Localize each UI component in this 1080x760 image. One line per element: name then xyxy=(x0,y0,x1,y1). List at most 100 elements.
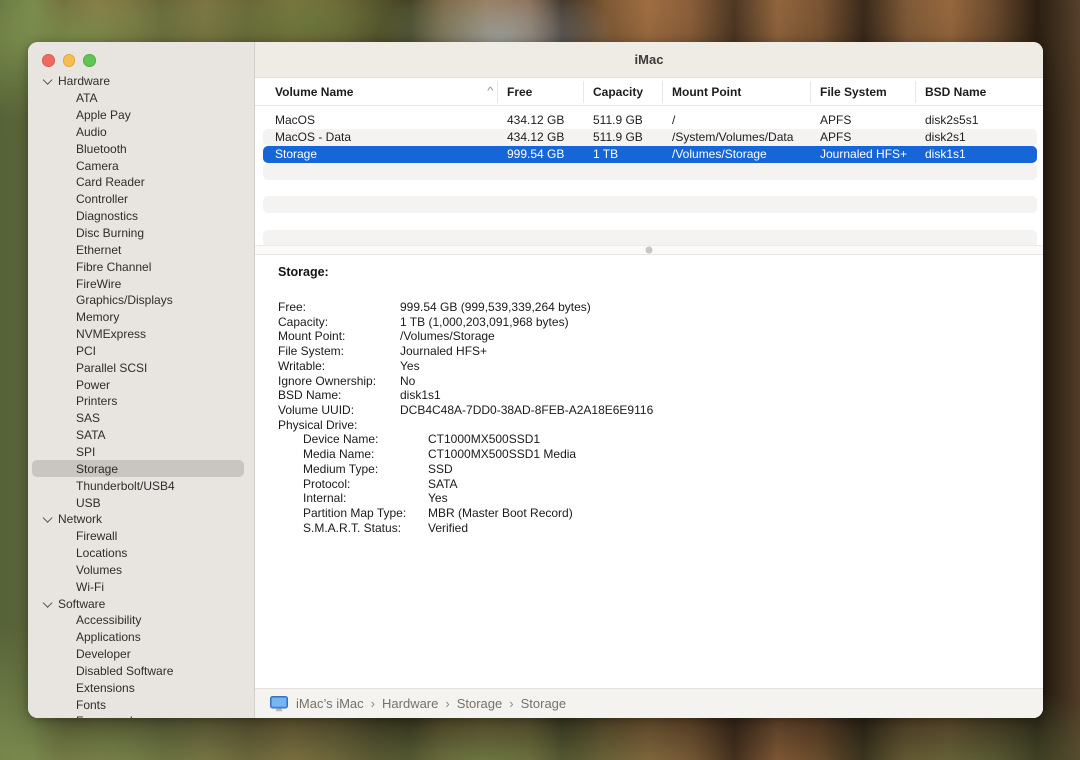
sidebar-item-label: Firewall xyxy=(76,529,117,543)
sidebar-group-network[interactable]: Network xyxy=(28,511,254,528)
sidebar-item-printers[interactable]: Printers xyxy=(28,393,254,410)
sidebar-item-applications[interactable]: Applications xyxy=(28,629,254,646)
sidebar-item-ata[interactable]: ATA xyxy=(28,90,254,107)
table-row-macos-data[interactable]: MacOS - Data434.12 GB511.9 GB/System/Vol… xyxy=(263,129,1037,146)
minimize-button[interactable] xyxy=(63,54,76,67)
sidebar-item-pci[interactable]: PCI xyxy=(28,343,254,360)
detail-value: No xyxy=(400,374,415,389)
titlebar[interactable]: iMac xyxy=(255,42,1043,78)
detail-value: disk1s1 xyxy=(400,388,441,403)
sidebar-item-audio[interactable]: Audio xyxy=(28,124,254,141)
table-row-empty xyxy=(263,180,1037,197)
detail-row-volume-uuid: Volume UUID:DCB4C48A-7DD0-38AD-8FEB-A2A1… xyxy=(278,403,1023,418)
column-header-capacity[interactable]: Capacity xyxy=(593,85,672,99)
sidebar-item-label: Accessibility xyxy=(76,613,141,627)
cell-bsd-name: disk2s1 xyxy=(925,130,1037,144)
sidebar-item-graphics-displays[interactable]: Graphics/Displays xyxy=(28,292,254,309)
cell-bsd-name: disk2s5s1 xyxy=(925,113,1037,127)
sidebar-item-firewire[interactable]: FireWire xyxy=(28,275,254,292)
pane-splitter[interactable] xyxy=(255,245,1043,255)
chevron-down-icon[interactable] xyxy=(44,77,51,84)
details-fields: Free:999.54 GB (999,539,339,264 bytes)Ca… xyxy=(278,300,1023,536)
sidebar-item-volumes[interactable]: Volumes xyxy=(28,561,254,578)
sidebar-item-accessibility[interactable]: Accessibility xyxy=(28,612,254,629)
sidebar-item-locations[interactable]: Locations xyxy=(28,545,254,562)
cell-capacity: 511.9 GB xyxy=(593,130,672,144)
sidebar-item-spi[interactable]: SPI xyxy=(28,444,254,461)
column-header-volume-name[interactable]: Volume Name^ xyxy=(275,85,507,99)
sidebar-item-usb[interactable]: USB xyxy=(28,494,254,511)
sidebar-item-fibre-channel[interactable]: Fibre Channel xyxy=(28,258,254,275)
breadcrumb-item-imac-s-imac: iMac’s iMac xyxy=(296,696,364,711)
sidebar-item-apple-pay[interactable]: Apple Pay xyxy=(28,107,254,124)
detail-value: 1 TB (1,000,203,091,968 bytes) xyxy=(400,315,569,330)
column-header-free[interactable]: Free xyxy=(507,85,593,99)
sidebar-item-storage[interactable]: Storage xyxy=(32,460,244,477)
sidebar-item-extensions[interactable]: Extensions xyxy=(28,679,254,696)
sidebar-item-ethernet[interactable]: Ethernet xyxy=(28,241,254,258)
sidebar-item-diagnostics[interactable]: Diagnostics xyxy=(28,208,254,225)
zoom-button[interactable] xyxy=(83,54,96,67)
breadcrumb-separator: › xyxy=(371,696,375,711)
detail-label: Free: xyxy=(278,300,400,315)
sidebar-item-memory[interactable]: Memory xyxy=(28,309,254,326)
detail-row-capacity: Capacity:1 TB (1,000,203,091,968 bytes) xyxy=(278,315,1023,330)
sidebar-item-label: Apple Pay xyxy=(76,108,131,122)
sidebar-item-card-reader[interactable]: Card Reader xyxy=(28,174,254,191)
sidebar-item-sata[interactable]: SATA xyxy=(28,427,254,444)
detail-row-device-name: Device Name:CT1000MX500SSD1 xyxy=(303,432,1023,447)
cell-file-system: Journaled HFS+ xyxy=(820,147,925,161)
sidebar-item-label: Camera xyxy=(76,159,119,173)
sidebar-item-bluetooth[interactable]: Bluetooth xyxy=(28,140,254,157)
detail-label: Capacity: xyxy=(278,315,400,330)
sidebar-item-label: Frameworks xyxy=(76,714,142,718)
sidebar: HardwareATA Apple Pay AudioBluetooth Camera… xyxy=(28,42,255,718)
column-header-label: File System xyxy=(820,85,887,99)
detail-value: Verified xyxy=(428,521,468,536)
detail-label: S.M.A.R.T. Status: xyxy=(303,521,428,536)
sidebar-item-thunderbolt-usb4[interactable]: Thunderbolt/USB4 xyxy=(28,477,254,494)
sidebar-item-fonts[interactable]: Fonts xyxy=(28,696,254,713)
detail-value: Yes xyxy=(400,359,420,374)
table-row-macos[interactable]: MacOS434.12 GB511.9 GB/APFSdisk2s5s1 xyxy=(263,112,1037,129)
detail-label: Volume UUID: xyxy=(278,403,400,418)
sidebar-item-nvmexpress[interactable]: NVMExpress xyxy=(28,326,254,343)
sidebar-item-wi-fi[interactable]: Wi-Fi xyxy=(28,578,254,595)
sidebar-item-label: Software xyxy=(58,597,105,611)
detail-label: Physical Drive: xyxy=(278,418,400,433)
column-header-file-system[interactable]: File System xyxy=(820,85,925,99)
sidebar-item-sas[interactable]: SAS xyxy=(28,410,254,427)
volumes-table-header: Volume Name^FreeCapacityMount PointFile … xyxy=(255,78,1043,106)
splitter-handle-icon[interactable] xyxy=(646,247,653,254)
detail-row-free: Free:999.54 GB (999,539,339,264 bytes) xyxy=(278,300,1023,315)
column-header-mount-point[interactable]: Mount Point xyxy=(672,85,820,99)
sidebar-item-label: Ethernet xyxy=(76,243,121,257)
table-row-storage[interactable]: Storage999.54 GB1 TB/Volumes/StorageJour… xyxy=(263,146,1037,163)
cell-bsd-name: disk1s1 xyxy=(925,147,1037,161)
sidebar-item-label: Memory xyxy=(76,310,119,324)
close-button[interactable] xyxy=(42,54,55,67)
cell-volume-name: MacOS xyxy=(275,113,507,127)
column-header-bsd-name[interactable]: BSD Name xyxy=(925,85,1043,99)
table-row-empty xyxy=(263,163,1037,180)
sidebar-group-hardware[interactable]: Hardware xyxy=(28,73,254,90)
details-heading: Storage: xyxy=(278,265,1023,279)
sidebar-item-label: ATA xyxy=(76,91,98,105)
sidebar-item-camera[interactable]: Camera xyxy=(28,157,254,174)
sidebar-group-software[interactable]: Software xyxy=(28,595,254,612)
sidebar-item-controller[interactable]: Controller xyxy=(28,191,254,208)
sidebar-item-disabled-software[interactable]: Disabled Software xyxy=(28,663,254,680)
sidebar-item-power[interactable]: Power xyxy=(28,376,254,393)
sidebar-item-label: Fibre Channel xyxy=(76,260,151,274)
sidebar-item-parallel-scsi[interactable]: Parallel SCSI xyxy=(28,359,254,376)
cell-free: 434.12 GB xyxy=(507,130,593,144)
detail-value: Yes xyxy=(428,491,448,506)
sidebar-item-label: Storage xyxy=(76,462,118,476)
sidebar-item-label: Fonts xyxy=(76,698,106,712)
sidebar-item-developer[interactable]: Developer xyxy=(28,646,254,663)
sidebar-item-firewall[interactable]: Firewall xyxy=(28,528,254,545)
sidebar-item-frameworks[interactable]: Frameworks xyxy=(28,713,254,718)
chevron-down-icon[interactable] xyxy=(44,515,51,522)
sidebar-item-disc-burning[interactable]: Disc Burning xyxy=(28,225,254,242)
chevron-down-icon[interactable] xyxy=(44,599,51,606)
